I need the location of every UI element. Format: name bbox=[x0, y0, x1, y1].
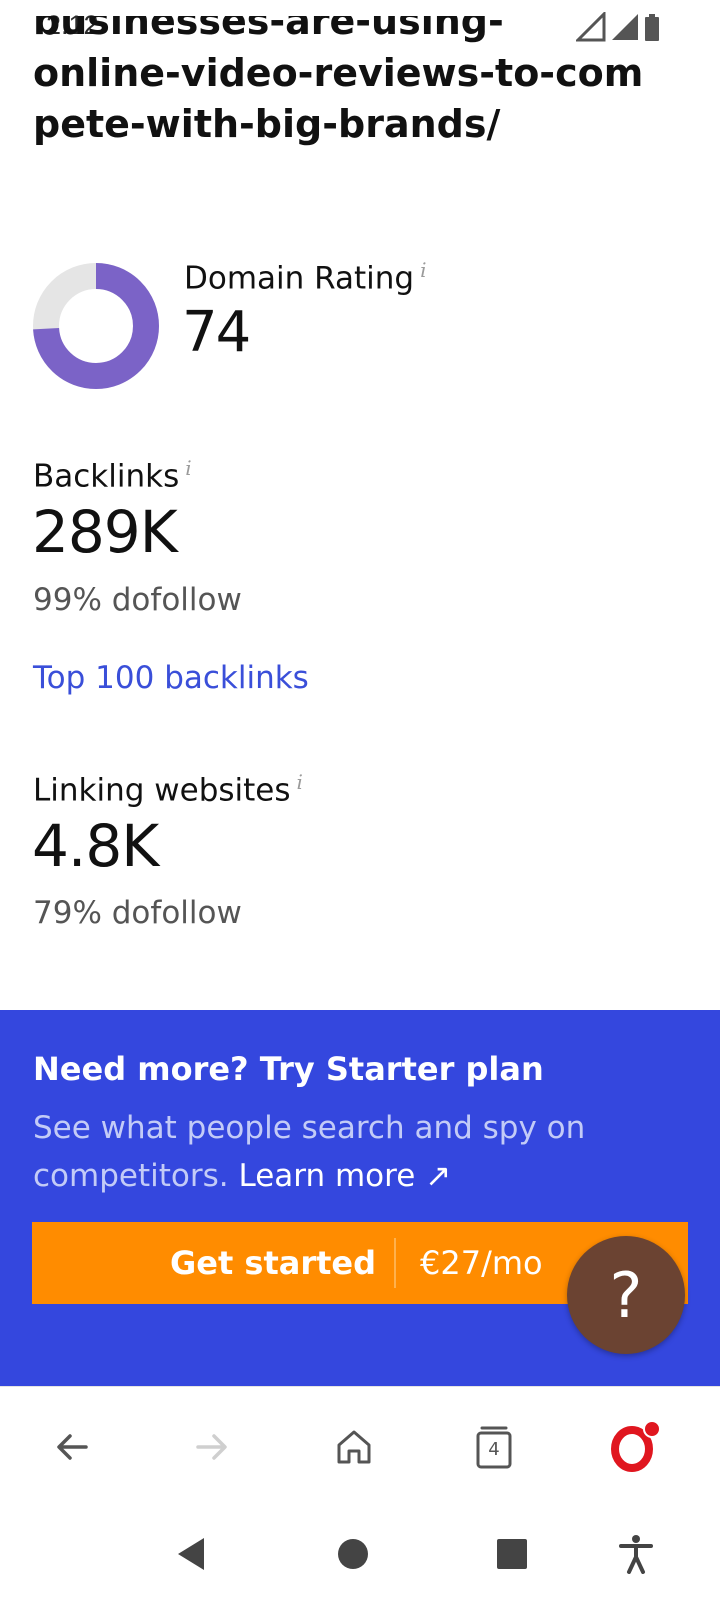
info-icon[interactable]: i bbox=[420, 258, 426, 282]
home-circle-icon[interactable] bbox=[325, 1526, 381, 1582]
browser-toolbar: 4 bbox=[0, 1386, 720, 1505]
back-icon[interactable] bbox=[42, 1417, 102, 1477]
backlinks-dofollow: 99% dofollow bbox=[33, 582, 242, 618]
backlinks-value: 289K bbox=[32, 498, 178, 566]
system-nav-bar bbox=[0, 1504, 720, 1600]
get-started-label: Get started bbox=[170, 1244, 377, 1282]
tabs-icon[interactable]: 4 bbox=[464, 1417, 524, 1477]
promo-text: See what people search and spy on compet… bbox=[33, 1110, 586, 1194]
linking-websites-label: Linking websites i bbox=[33, 770, 303, 809]
learn-more-link[interactable]: Learn more ↗ bbox=[238, 1158, 451, 1194]
home-icon[interactable] bbox=[324, 1417, 384, 1477]
cta-price: €27/mo bbox=[420, 1244, 543, 1282]
domain-rating-label: Domain Rating i bbox=[184, 258, 427, 297]
back-triangle-icon[interactable] bbox=[162, 1526, 218, 1582]
recents-square-icon[interactable] bbox=[484, 1526, 540, 1582]
domain-rating-chart bbox=[33, 263, 159, 389]
linking-websites-dofollow: 79% dofollow bbox=[33, 895, 242, 931]
url-title-cut-line: businesses-are-using- bbox=[33, 16, 504, 43]
accessibility-icon[interactable] bbox=[608, 1526, 664, 1582]
domain-rating-value: 74 bbox=[182, 300, 251, 365]
page-url-title: businesses-are-using- online-video-revie… bbox=[33, 16, 653, 150]
backlinks-label: Backlinks i bbox=[33, 456, 192, 495]
tab-count: 4 bbox=[488, 1438, 500, 1460]
info-icon[interactable]: i bbox=[185, 456, 191, 480]
top-100-backlinks-link[interactable]: Top 100 backlinks bbox=[33, 660, 309, 696]
page-content: businesses-are-using- online-video-revie… bbox=[0, 0, 720, 1010]
forward-icon[interactable] bbox=[182, 1417, 242, 1477]
cta-divider bbox=[394, 1238, 396, 1288]
help-button[interactable]: ? bbox=[567, 1236, 685, 1354]
opera-menu-icon[interactable] bbox=[604, 1417, 664, 1477]
linking-websites-value: 4.8K bbox=[32, 812, 159, 880]
url-title-text: online-video-reviews-to-compete-with-big… bbox=[33, 51, 644, 146]
info-icon[interactable]: i bbox=[297, 770, 303, 794]
promo-title: Need more? Try Starter plan bbox=[33, 1050, 544, 1088]
